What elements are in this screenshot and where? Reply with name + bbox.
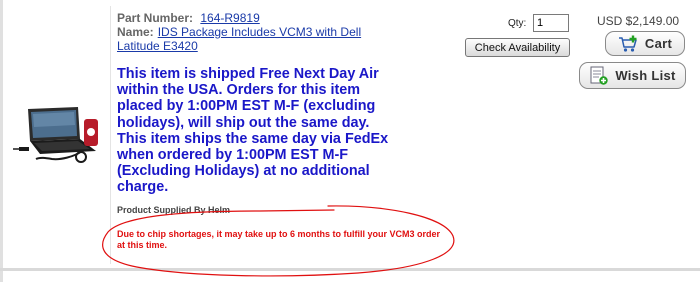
quantity-input[interactable] — [533, 14, 569, 32]
check-availability-button[interactable]: Check Availability — [465, 38, 570, 57]
wish-list-button-label: Wish List — [615, 68, 676, 83]
shipping-notice: This item is shipped Free Next Day Air w… — [117, 66, 389, 196]
supplier-text: Product Supplied By Helm — [117, 205, 231, 215]
shopping-cart-icon — [618, 35, 637, 52]
cart-button-label: Cart — [644, 36, 673, 51]
product-name-row: Name: IDS Package Includes VCM3 with Dell… — [117, 25, 392, 53]
page-left-border — [0, 0, 3, 282]
wish-list-icon — [590, 66, 609, 85]
part-number-label: Part Number: — [117, 11, 194, 25]
price: USD $2,149.00 — [597, 14, 680, 28]
add-to-cart-button[interactable]: Cart — [605, 31, 685, 56]
chip-shortage-warning: Due to chip shortages, it may take up to… — [117, 229, 441, 250]
row-bottom-border — [0, 268, 700, 271]
product-name-label: Name: — [117, 25, 154, 39]
part-number-row: Part Number: 164-R9819 — [117, 11, 260, 25]
quantity-label: Qty: — [508, 18, 527, 29]
wish-list-button[interactable]: Wish List — [579, 62, 686, 89]
column-divider — [110, 6, 111, 264]
product-image[interactable] — [10, 105, 106, 167]
part-number-link[interactable]: 164-R9819 — [200, 11, 259, 25]
